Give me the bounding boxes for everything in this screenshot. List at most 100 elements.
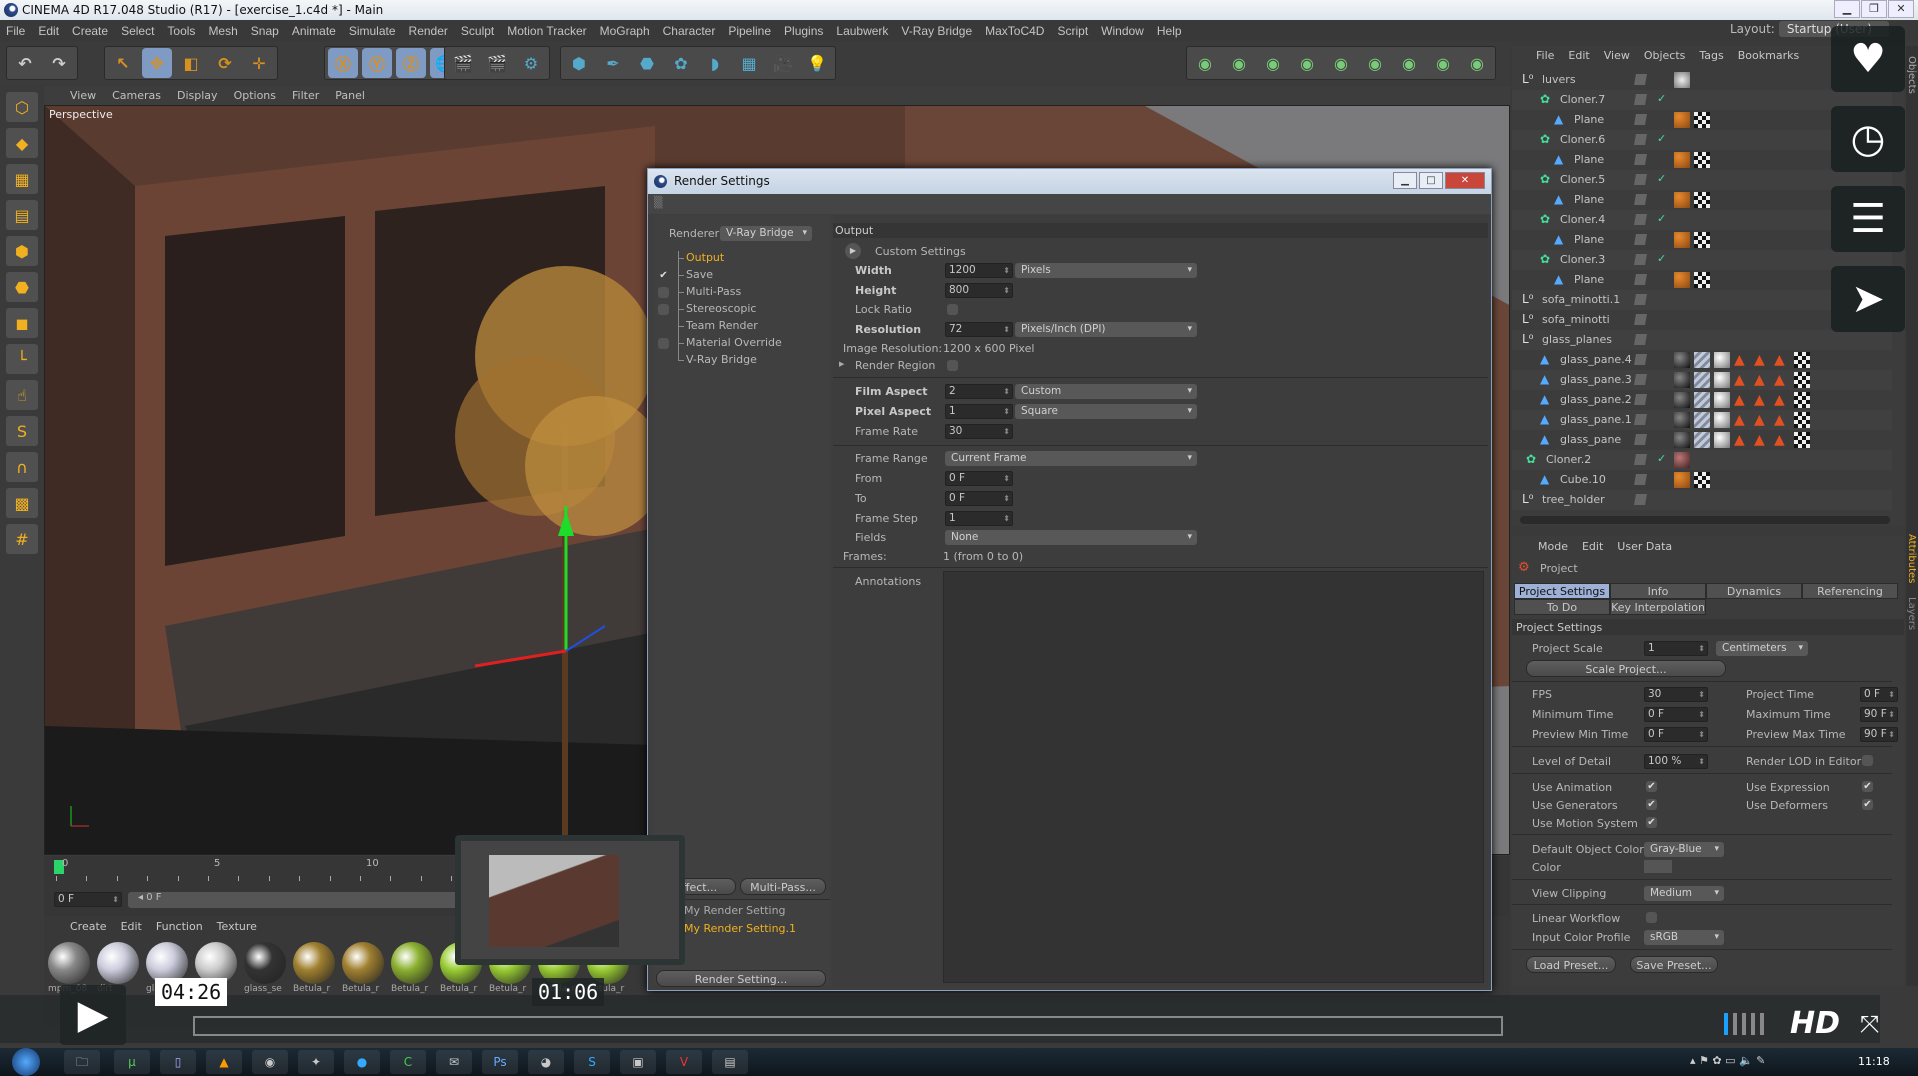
silver-tag-icon[interactable]: [1714, 392, 1730, 408]
object-row[interactable]: ▲ glass_pane.3 ▲ ▲ ▲: [1512, 370, 1892, 390]
sel-tag-icon[interactable]: ▲: [1774, 372, 1790, 388]
expand-arrow-icon[interactable]: ▶: [839, 360, 844, 368]
view-clipping-dropdown[interactable]: Medium: [1644, 886, 1724, 901]
deformer-icon[interactable]: ◗: [700, 48, 730, 78]
tree-item-multi-pass[interactable]: Multi-Pass: [686, 285, 741, 298]
calculator-taskbar-icon[interactable]: ▯: [160, 1050, 196, 1074]
tree-item-save[interactable]: Save: [686, 268, 713, 281]
visibility-toggle[interactable]: [1634, 114, 1647, 125]
menu-maxtoc4d[interactable]: MaxToC4D: [985, 24, 1044, 38]
pixel-aspect-field[interactable]: 1: [945, 404, 1013, 419]
attributes-menu-mode[interactable]: Mode: [1538, 540, 1568, 553]
object-name[interactable]: Cube.10: [1560, 473, 1606, 486]
null-plugin-icon[interactable]: ◉: [1360, 48, 1390, 78]
visibility-toggle[interactable]: [1634, 134, 1647, 145]
object-name[interactable]: Cloner.2: [1546, 453, 1591, 466]
undo-icon[interactable]: ↶: [10, 48, 40, 78]
object-name[interactable]: Cloner.4: [1560, 213, 1605, 226]
tab-dynamics[interactable]: Dynamics: [1706, 583, 1802, 599]
visibility-toggle[interactable]: [1634, 294, 1647, 305]
object-name[interactable]: Plane: [1574, 113, 1604, 126]
menu-select[interactable]: Select: [121, 24, 154, 38]
objects-menu-view[interactable]: View: [1604, 49, 1630, 62]
play-button[interactable]: ▶: [60, 985, 126, 1045]
color-swatch[interactable]: [1644, 860, 1672, 873]
level-of-detail-field[interactable]: 100 %: [1644, 754, 1708, 769]
menu-motion-tracker[interactable]: Motion Tracker: [507, 24, 586, 38]
menu-file[interactable]: File: [6, 24, 25, 38]
silver-tag-icon[interactable]: [1714, 432, 1730, 448]
project-scale-unit-dropdown[interactable]: Centimeters: [1716, 641, 1808, 656]
render-settings-icon[interactable]: ⚙: [516, 48, 546, 78]
multi-pass-button[interactable]: Multi-Pass...: [740, 878, 826, 895]
object-row[interactable]: ▲ glass_pane ▲ ▲ ▲: [1512, 430, 1892, 450]
use-motion-system-checkbox[interactable]: ✔: [1646, 817, 1657, 828]
width-unit-dropdown[interactable]: Pixels: [1015, 263, 1197, 278]
tab-key-interpolation[interactable]: Key Interpolation: [1610, 599, 1706, 615]
tree-item-v-ray-bridge[interactable]: V-Ray Bridge: [686, 353, 757, 366]
checker-tag-icon[interactable]: [1694, 232, 1710, 248]
object-name[interactable]: glass_pane.2: [1560, 393, 1632, 406]
tab-layers-side[interactable]: Layers: [1906, 597, 1917, 630]
visibility-toggle[interactable]: [1634, 414, 1647, 425]
attributes-menu-edit[interactable]: Edit: [1582, 540, 1603, 553]
snap-icon[interactable]: S: [6, 416, 38, 446]
menu-tools[interactable]: Tools: [167, 24, 195, 38]
object-name[interactable]: tree_holder: [1542, 493, 1605, 506]
visibility-toggle[interactable]: [1634, 274, 1647, 285]
explorer-taskbar-icon[interactable]: 🗀: [64, 1050, 100, 1074]
magnet-icon[interactable]: ∩: [6, 452, 38, 482]
visibility-toggle[interactable]: [1634, 474, 1647, 485]
object-row[interactable]: ▲ glass_pane.1 ▲ ▲ ▲: [1512, 410, 1892, 430]
hd-button[interactable]: HD: [1790, 1006, 1840, 1041]
fields-dropdown[interactable]: None: [945, 530, 1197, 545]
clock-icon[interactable]: ◷: [1831, 106, 1905, 172]
random-icon[interactable]: ◉: [1394, 48, 1424, 78]
move-alt-icon[interactable]: ✛: [244, 48, 274, 78]
phong-tag-icon[interactable]: [1674, 272, 1690, 288]
object-name[interactable]: Cloner.6: [1560, 133, 1605, 146]
minimum-time-field[interactable]: 0 F: [1644, 707, 1708, 722]
camtasia-taskbar-icon[interactable]: C: [390, 1050, 426, 1074]
material-menu-edit[interactable]: Edit: [121, 920, 142, 933]
workplane-icon[interactable]: ▤: [6, 200, 38, 230]
cloner-icon[interactable]: ✿: [666, 48, 696, 78]
visibility-toggle[interactable]: [1634, 394, 1647, 405]
use-generators-checkbox[interactable]: ✔: [1646, 799, 1657, 810]
phong-tag-icon[interactable]: [1674, 192, 1690, 208]
polygons-mode-icon[interactable]: ◼: [6, 308, 38, 338]
lock-ratio-checkbox[interactable]: [947, 304, 958, 315]
load-preset-button[interactable]: Load Preset...: [1526, 956, 1616, 973]
objects-menu-file[interactable]: File: [1536, 49, 1554, 62]
dark-tag-icon[interactable]: [1674, 432, 1690, 448]
menu-window[interactable]: Window: [1101, 24, 1144, 38]
visibility-toggle[interactable]: [1634, 334, 1647, 345]
mograph-icon[interactable]: ◉: [1428, 48, 1458, 78]
to-field[interactable]: 0 F: [945, 491, 1013, 506]
floor-icon[interactable]: ▦: [734, 48, 764, 78]
objects-menu-bookmarks[interactable]: Bookmarks: [1738, 49, 1799, 62]
attributes-menu-user-data[interactable]: User Data: [1617, 540, 1672, 553]
close-button[interactable]: ✕: [1888, 0, 1914, 18]
checker-tag-icon[interactable]: [1794, 412, 1810, 428]
visibility-toggle[interactable]: [1634, 194, 1647, 205]
subdivision-icon[interactable]: ⬣: [632, 48, 662, 78]
use-deformers-checkbox[interactable]: ✔: [1862, 799, 1873, 810]
tree-checkbox-stereoscopic[interactable]: [658, 304, 669, 315]
sel-tag-icon[interactable]: ▲: [1754, 372, 1770, 388]
menu-laubwerk[interactable]: Laubwerk: [836, 24, 888, 38]
volume-control[interactable]: [1724, 1013, 1764, 1035]
tree-item-material-override[interactable]: Material Override: [686, 336, 782, 349]
layers-icon[interactable]: ☰: [1831, 186, 1905, 252]
material-swatch[interactable]: glass_se: [244, 942, 288, 1000]
default-object-color-dropdown[interactable]: Gray-Blue: [1644, 842, 1724, 857]
tweak-icon[interactable]: ☝: [6, 380, 38, 410]
menu-v-ray-bridge[interactable]: V-Ray Bridge: [901, 24, 972, 38]
light-icon[interactable]: 💡: [802, 48, 832, 78]
object-row[interactable]: ▲ glass_pane.2 ▲ ▲ ▲: [1512, 390, 1892, 410]
visibility-toggle[interactable]: [1634, 254, 1647, 265]
annotations-textarea[interactable]: [943, 571, 1484, 983]
frame-step-field[interactable]: 1: [945, 511, 1013, 526]
heart-icon[interactable]: ♥: [1831, 26, 1905, 92]
menu-edit[interactable]: Edit: [38, 24, 59, 38]
